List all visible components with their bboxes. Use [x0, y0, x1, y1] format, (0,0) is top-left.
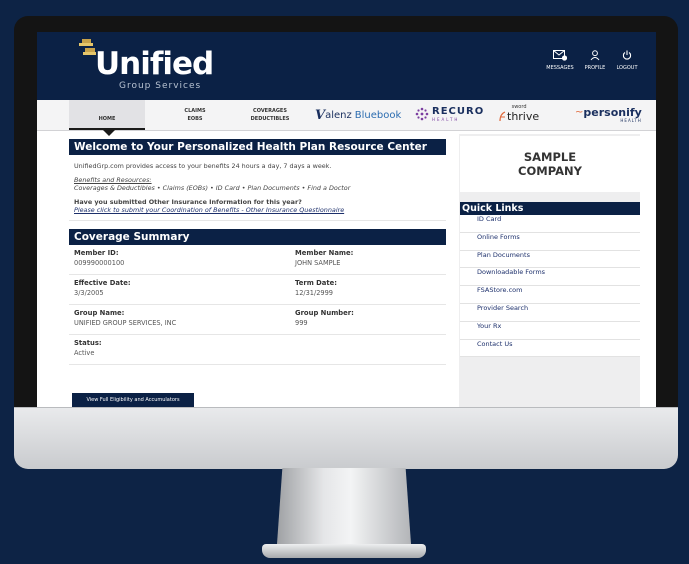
benefits-heading: Benefits and Resources: [74, 176, 152, 184]
coverage-summary-title: Coverage Summary [69, 229, 446, 245]
group-number-cell: Group Number: 999 [295, 309, 441, 331]
status-value: Active [74, 349, 95, 357]
group-number-value: 999 [295, 319, 308, 327]
member-id-cell: Member ID: 009990000100 [74, 249, 295, 271]
profile-label: PROFILE [584, 65, 606, 71]
group-number-label: Group Number: [295, 309, 354, 317]
mail-icon [553, 50, 567, 61]
member-name-cell: Member Name: JOHN SAMPLE [295, 249, 441, 271]
valenz-mark: V [315, 108, 326, 123]
nav-home[interactable]: HOME [69, 100, 145, 130]
logout-button[interactable]: LOGOUT [614, 50, 640, 71]
group-name-label: Group Name: [74, 309, 125, 317]
coverage-summary-panel: Coverage Summary Member ID: 009990000100… [69, 229, 446, 365]
nav-claims[interactable]: CLAIMS EOBS [165, 100, 225, 130]
thrive-text: thrive [507, 110, 540, 123]
term-date-label: Term Date: [295, 279, 337, 287]
messages-button[interactable]: MESSAGES [546, 50, 574, 71]
main-nav: HOME CLAIMS EOBS COVERAGES DEDUCTIBLES V… [37, 100, 656, 131]
personify-subtext: HEALTH [620, 118, 642, 123]
member-name-value: JOHN SAMPLE [295, 259, 341, 267]
benefits-list: Coverages & Deductibles • Claims (EOBs) … [74, 184, 351, 192]
status-label: Status: [74, 339, 102, 347]
recuro-text: RECURO [432, 106, 485, 117]
quick-link-your-rx[interactable]: Your Rx [460, 322, 640, 340]
logo-wordmark[interactable]: Unified [95, 46, 214, 82]
coverage-row: Effective Date: 3/3/2005 Term Date: 12/3… [69, 275, 446, 305]
monitor-base [262, 544, 426, 558]
company-card: SAMPLE COMPANY [460, 136, 640, 192]
company-name-line2: COMPANY [518, 164, 582, 178]
recuro-icon [415, 107, 429, 121]
other-insurance-question: Have you submitted Other Insurance Infor… [74, 198, 302, 206]
term-date-cell: Term Date: 12/31/2999 [295, 279, 441, 301]
quick-link-online-forms[interactable]: Online Forms [460, 233, 640, 251]
sidebar: SAMPLE COMPANY Quick Links ID Card Onlin… [459, 134, 640, 407]
personify-logo[interactable]: ~ personify HEALTH [575, 106, 642, 123]
monitor-stand [277, 468, 411, 544]
header-bar: Unified Group Services MESSAGES PROFILE … [37, 32, 656, 100]
coverage-row: Member ID: 009990000100 Member Name: JOH… [69, 245, 446, 275]
personify-swoosh-icon: ~ [575, 107, 584, 118]
welcome-title: Welcome to Your Personalized Health Plan… [69, 139, 446, 155]
main-content: Welcome to Your Personalized Health Plan… [69, 139, 446, 365]
quick-links-list: ID Card Online Forms Plan Documents Down… [460, 215, 640, 358]
coverage-row: Status: Active [69, 335, 446, 365]
logo-subtitle: Group Services [119, 81, 202, 91]
quick-link-id-card[interactable]: ID Card [460, 215, 640, 233]
member-name-label: Member Name: [295, 249, 354, 257]
bluebook-text: Bluebook [354, 110, 402, 121]
effective-date-label: Effective Date: [74, 279, 131, 287]
group-name-value: UNIFIED GROUP SERVICES, INC [74, 319, 177, 327]
active-nav-caret [103, 130, 115, 136]
quick-link-contact-us[interactable]: Contact Us [460, 340, 640, 358]
nav-claims-line2: EOBS [187, 116, 203, 122]
logout-label: LOGOUT [616, 65, 638, 71]
person-icon [590, 50, 600, 61]
profile-button[interactable]: PROFILE [584, 50, 606, 71]
quick-link-downloadable-forms[interactable]: Downloadable Forms [460, 268, 640, 287]
status-cell: Status: Active [74, 339, 441, 361]
member-id-value: 009990000100 [74, 259, 125, 267]
nav-home-label: HOME [98, 116, 116, 122]
quick-links-title: Quick Links [460, 202, 640, 215]
member-id-label: Member ID: [74, 249, 119, 257]
valenz-bluebook-logo[interactable]: V alenz Bluebook [315, 108, 401, 123]
coverage-row: Group Name: UNIFIED GROUP SERVICES, INC … [69, 305, 446, 335]
company-name-line1: SAMPLE [523, 150, 577, 164]
sword-thrive-logo[interactable]: sword thrive [499, 104, 539, 123]
screen: Unified Group Services MESSAGES PROFILE … [37, 32, 656, 407]
recuro-subtext: HEALTH [432, 117, 460, 122]
thrive-icon [499, 111, 506, 122]
power-icon [622, 50, 632, 60]
messages-label: MESSAGES [546, 65, 574, 71]
monitor-chin [14, 407, 678, 469]
quick-link-provider-search[interactable]: Provider Search [460, 304, 640, 322]
quick-link-fsastore[interactable]: FSAStore.com [460, 286, 640, 304]
cob-questionnaire-link[interactable]: Please click to submit your Coordination… [74, 206, 344, 214]
welcome-intro: UnifiedGrp.com provides access to your b… [74, 162, 332, 170]
nav-claims-line1: CLAIMS [184, 108, 206, 114]
nav-coverages[interactable]: COVERAGES DEDUCTIBLES [235, 100, 305, 130]
quick-link-plan-documents[interactable]: Plan Documents [460, 251, 640, 269]
nav-coverages-line2: DEDUCTIBLES [250, 116, 290, 122]
valenz-text: alenz [325, 110, 352, 121]
effective-date-value: 3/3/2005 [74, 289, 104, 297]
nav-coverages-line1: COVERAGES [253, 108, 287, 114]
welcome-panel: Welcome to Your Personalized Health Plan… [69, 139, 446, 221]
recuro-logo[interactable]: RECURO HEALTH [415, 106, 484, 122]
effective-date-cell: Effective Date: 3/3/2005 [74, 279, 295, 301]
group-name-cell: Group Name: UNIFIED GROUP SERVICES, INC [74, 309, 295, 331]
term-date-value: 12/31/2999 [295, 289, 334, 297]
view-eligibility-button[interactable]: View Full Eligibility and Accumulators [72, 393, 194, 407]
